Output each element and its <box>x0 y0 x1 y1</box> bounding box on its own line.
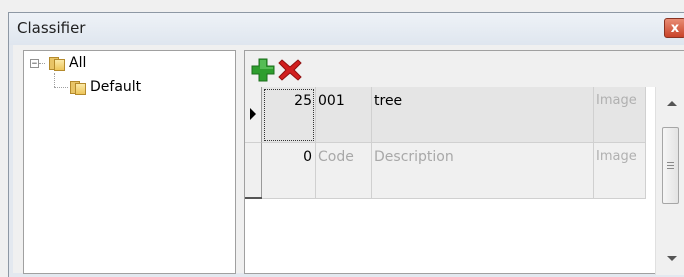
collapse-icon[interactable]: − <box>30 58 39 68</box>
image-cell[interactable]: Image <box>594 143 646 199</box>
tree-connector <box>54 73 55 87</box>
tree-node-label: All <box>69 55 87 71</box>
scroll-down-icon[interactable] <box>667 256 677 261</box>
current-row-arrow-icon <box>250 108 256 120</box>
items-panel: 25 001 tree Image 0 Code Description Ima… <box>244 50 684 275</box>
items-grid[interactable]: 25 001 tree Image 0 Code Description Ima… <box>245 87 646 205</box>
plus-icon <box>251 58 275 82</box>
red-x-icon <box>278 59 302 81</box>
title-bar[interactable]: Classifier x <box>9 13 684 45</box>
classifier-window: Classifier x − All Default 25 001 tree I… <box>8 12 684 277</box>
tree-node-label: Default <box>90 79 142 95</box>
table-row[interactable]: 25 001 tree Image <box>245 87 646 143</box>
code-placeholder-cell[interactable]: Code <box>316 143 372 199</box>
scroll-thumb[interactable] <box>662 127 679 204</box>
row-divider <box>245 197 262 199</box>
folder-icon <box>49 56 65 71</box>
vertical-scrollbar[interactable] <box>655 87 684 275</box>
description-placeholder-cell[interactable]: Description <box>372 143 594 199</box>
toolbar <box>245 51 684 87</box>
classifier-tree[interactable]: − All Default <box>23 50 236 274</box>
client-area: − All Default 25 001 tree Image 0 Code D… <box>13 45 684 275</box>
folder-icon <box>70 80 86 95</box>
id-cell[interactable]: 25 <box>262 87 316 143</box>
tree-node-all[interactable]: − All <box>30 53 86 73</box>
delete-button[interactable] <box>277 57 303 83</box>
add-button[interactable] <box>250 57 276 83</box>
row-indicator-cell[interactable] <box>245 143 262 199</box>
tree-node-default[interactable]: Default <box>66 77 141 97</box>
close-icon: x <box>670 21 680 36</box>
new-row[interactable]: 0 Code Description Image <box>245 143 646 199</box>
row-indicator-cell[interactable] <box>245 87 262 143</box>
image-cell[interactable]: Image <box>594 87 646 143</box>
code-cell[interactable]: 001 <box>316 87 372 143</box>
description-cell[interactable]: tree <box>372 87 594 143</box>
id-cell[interactable]: 0 <box>262 143 316 199</box>
close-button[interactable]: x <box>664 18 684 38</box>
window-title: Classifier <box>17 19 86 37</box>
scroll-up-icon[interactable] <box>667 101 677 106</box>
